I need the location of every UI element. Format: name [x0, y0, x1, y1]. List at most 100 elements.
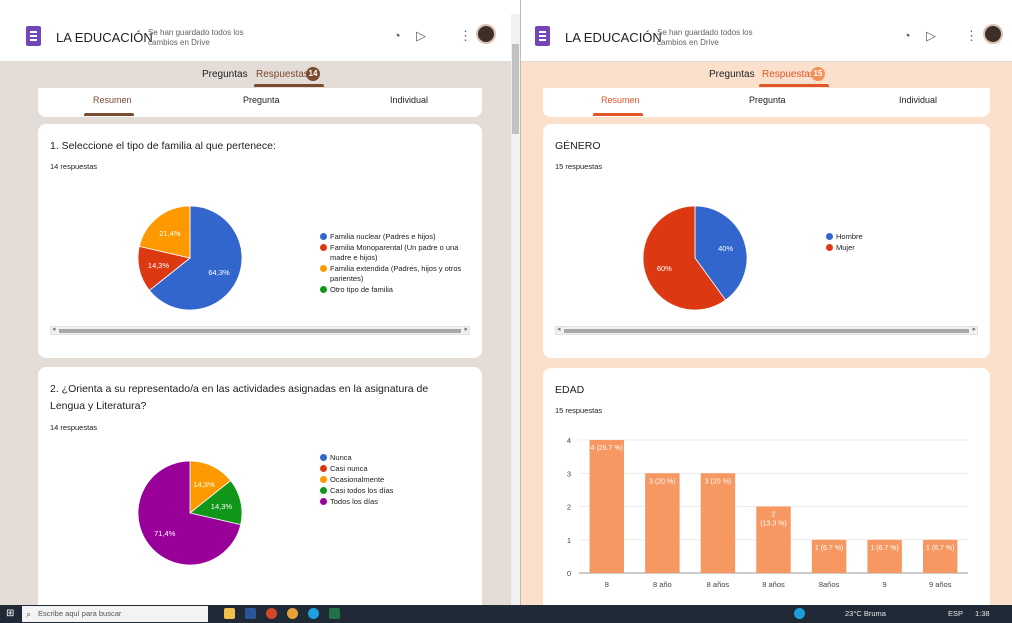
- legend-item[interactable]: Familia extendida (Padres, hijos y otros…: [320, 264, 470, 284]
- bar[interactable]: [645, 473, 680, 573]
- question-card-2: 2. ¿Orienta a su representado/a en las a…: [38, 367, 482, 605]
- tab-responses[interactable]: Respuestas: [762, 69, 815, 80]
- x-tick-label: 8 años: [707, 580, 730, 589]
- legend-swatch: [320, 233, 327, 240]
- word-icon[interactable]: [245, 608, 256, 619]
- subtab-individual[interactable]: Individual: [899, 95, 937, 105]
- powerpoint-icon[interactable]: [266, 608, 277, 619]
- file-explorer-icon[interactable]: [224, 608, 235, 619]
- legend-label: Otro tipo de familia: [330, 285, 393, 294]
- search-placeholder: Escribe aquí para buscar: [38, 609, 122, 618]
- tab-responses[interactable]: Respuestas: [256, 69, 309, 80]
- legend-label: Familia extendida (Padres, hijos y otros…: [330, 264, 462, 283]
- legend-swatch: [320, 265, 327, 272]
- slice-label: 64,3%: [208, 268, 230, 277]
- subtab-individual[interactable]: Individual: [390, 95, 428, 105]
- x-tick-label: 8: [605, 580, 609, 589]
- weather-status[interactable]: 23°C Bruma: [845, 608, 886, 620]
- form-title[interactable]: LA EDUCACIÓN: [56, 30, 153, 45]
- chrome-icon[interactable]: [287, 608, 298, 619]
- question-title: 1. Seleccione el tipo de familia al que …: [50, 140, 276, 152]
- chart-legend: Familia nuclear (Padres e hijos) Familia …: [320, 232, 470, 296]
- language-indicator[interactable]: ESP: [948, 608, 963, 620]
- taskbar-search[interactable]: ⌕ Escribe aquí para buscar: [22, 606, 208, 622]
- subtab-summary[interactable]: Resumen: [601, 95, 640, 105]
- tab-questions[interactable]: Preguntas: [709, 69, 755, 80]
- excel-icon[interactable]: [329, 608, 340, 619]
- bar-data-label: 4 (26.7 %): [591, 445, 623, 452]
- legend-item[interactable]: Mujer: [826, 243, 946, 253]
- response-count: 15 respuestas: [555, 406, 603, 415]
- horizontal-scrollbar[interactable]: ◂ ▸: [50, 326, 470, 335]
- slice-label: 21,4%: [159, 229, 181, 238]
- question-title: EDAD: [555, 384, 585, 396]
- legend-label: Familia nuclear (Padres e hijos): [330, 232, 436, 241]
- x-tick-label: 8 año: [653, 580, 672, 589]
- google-forms-icon[interactable]: [26, 26, 41, 46]
- avatar[interactable]: [476, 24, 496, 44]
- question-card-1: 1. Seleccione el tipo de familia al que …: [38, 124, 482, 358]
- google-forms-icon[interactable]: [535, 26, 550, 46]
- legend-item[interactable]: Casi todos los días: [320, 486, 470, 496]
- slice-label: 60%: [657, 264, 672, 273]
- y-tick-label: 3: [567, 469, 571, 478]
- tab-questions[interactable]: Preguntas: [202, 69, 248, 80]
- bar[interactable]: [589, 440, 625, 573]
- active-tab-indicator: [759, 84, 829, 87]
- bar-data-label: 3 (20 %): [649, 478, 675, 485]
- legend-item[interactable]: Nunca: [320, 453, 470, 463]
- send-icon[interactable]: ▷: [416, 28, 426, 44]
- windows-start-icon[interactable]: ⊞: [6, 608, 17, 619]
- active-subtab-indicator: [84, 113, 134, 116]
- clock[interactable]: 1:38: [975, 608, 990, 620]
- form-title[interactable]: LA EDUCACIÓN: [565, 30, 662, 45]
- more-vert-icon[interactable]: ⋮: [965, 28, 978, 44]
- bar-data-label: 2: [772, 512, 776, 519]
- legend-swatch: [320, 498, 327, 505]
- pie-chart: 64,3% 14,3% 21,4%: [137, 205, 243, 311]
- save-status: Se han guardado todos los cambios en Dri…: [657, 28, 753, 47]
- subtab-summary[interactable]: Resumen: [93, 95, 132, 105]
- y-tick-label: 4: [567, 436, 571, 445]
- response-count: 14 respuestas: [50, 162, 98, 171]
- vertical-scrollbar[interactable]: [511, 14, 520, 605]
- edge-icon[interactable]: [308, 608, 319, 619]
- avatar[interactable]: [983, 24, 1003, 44]
- more-vert-icon[interactable]: ⋮: [459, 28, 472, 44]
- windows-taskbar: ⊞ ⌕ Escribe aquí para buscar 23°C Bruma …: [0, 605, 1012, 623]
- tab-bar: Preguntas Respuestas 14: [0, 64, 520, 87]
- active-tab-indicator: [254, 84, 324, 87]
- x-tick-label: 9: [883, 580, 887, 589]
- bar-chart: 0 1 2 3 4 4 (26.7 %) 8 3 (20 %) 8 año 3 (20 %) 8 a…: [567, 436, 968, 589]
- legend-label: Casi todos los días: [330, 486, 394, 495]
- bar-data-label: 1 (6.7 %): [815, 545, 843, 552]
- legend-item[interactable]: Familia Monoparental (Un padre o una mad…: [320, 243, 470, 263]
- legend-item[interactable]: Otro tipo de familia: [320, 285, 470, 295]
- form-header: LA EDUCACIÓN Se han guardado todos los c…: [521, 0, 1012, 62]
- legend-swatch: [826, 244, 833, 251]
- question-card-age: EDAD 15 respuestas 0 1 2 3 4 4 (26.7 %) 8 3 (20…: [543, 368, 990, 605]
- subtab-question[interactable]: Pregunta: [243, 95, 280, 105]
- legend-swatch: [320, 286, 327, 293]
- legend-item[interactable]: Todos los días: [320, 497, 470, 507]
- horizontal-scrollbar[interactable]: ◂ ▸: [555, 326, 978, 335]
- palette-icon[interactable]: ◔: [903, 28, 911, 44]
- legend-item[interactable]: Casi nunca: [320, 464, 470, 474]
- chart-legend: Hombre Mujer: [826, 232, 946, 254]
- bar[interactable]: [700, 473, 736, 573]
- legend-item[interactable]: Hombre: [826, 232, 946, 242]
- x-tick-label: 9 años: [929, 580, 952, 589]
- send-icon[interactable]: ▷: [926, 28, 936, 44]
- help-icon[interactable]: [794, 608, 805, 619]
- slice-label: 14,3%: [211, 502, 233, 511]
- summary-tabs: Resumen Pregunta Individual: [543, 88, 990, 117]
- legend-swatch: [320, 454, 327, 461]
- legend-label: Casi nunca: [330, 464, 368, 473]
- y-tick-label: 1: [567, 536, 571, 545]
- legend-item[interactable]: Ocasionalmente: [320, 475, 470, 485]
- save-status: Se han guardado todos los cambios en Dri…: [148, 28, 244, 47]
- subtab-question[interactable]: Pregunta: [749, 95, 786, 105]
- palette-icon[interactable]: ◔: [393, 28, 401, 44]
- bar-data-label: 1 (6.7 %): [926, 545, 954, 552]
- legend-item[interactable]: Familia nuclear (Padres e hijos): [320, 232, 470, 242]
